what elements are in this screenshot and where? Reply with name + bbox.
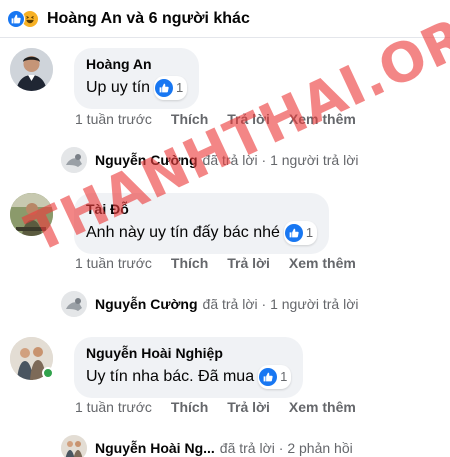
comment: Nguyễn Hoài Nghiệp Uy tín nha bác. Đã mu… <box>10 337 304 398</box>
reply-avatar <box>61 435 87 457</box>
like-button[interactable]: Thích <box>171 255 208 271</box>
like-icon <box>7 9 25 28</box>
reaction-icons <box>7 9 39 28</box>
reaction-count: 1 <box>305 225 314 240</box>
reply-preview[interactable]: Nguyễn Cường đã trả lời · 1 người trả lờ… <box>61 147 359 173</box>
comment: Hoàng An Up uy tín 1 <box>10 48 200 109</box>
see-more-button[interactable]: Xem thêm <box>289 111 356 127</box>
like-button[interactable]: Thích <box>171 399 208 415</box>
comment-text: Up uy tín <box>86 79 151 96</box>
comment-actions: 1 tuần trước Thích Trả lời Xem thêm <box>75 399 375 415</box>
like-button[interactable]: Thích <box>171 111 208 127</box>
comment-bubble: Nguyễn Hoài Nghiệp Uy tín nha bác. Đã mu… <box>74 337 304 398</box>
comment-time[interactable]: 1 tuần trước <box>75 255 152 271</box>
comment-text: Anh này uy tín đấy bác nhé <box>86 224 280 241</box>
comment-author[interactable]: Nguyễn Hoài Nghiệp <box>86 345 291 362</box>
comment-reactions[interactable]: 1 <box>258 365 292 389</box>
comment-time[interactable]: 1 tuần trước <box>75 399 152 415</box>
reply-button[interactable]: Trả lời <box>227 255 270 271</box>
reaction-count: 1 <box>176 80 184 95</box>
reply-button[interactable]: Trả lời <box>227 399 270 415</box>
reply-meta[interactable]: đã trả lời · 1 người trả lời <box>203 296 359 312</box>
reactions-summary[interactable]: Hoàng An và 6 người khác <box>47 10 250 28</box>
reply-author[interactable]: Nguyễn Hoài Ng... <box>95 440 215 456</box>
comment-bubble: Tài Đỗ Anh này uy tín đấy bác nhé 1 <box>74 193 330 254</box>
online-status-icon <box>42 367 54 379</box>
comment-reactions[interactable]: 1 <box>154 76 188 100</box>
comment-time[interactable]: 1 tuần trước <box>75 111 152 127</box>
comment-author[interactable]: Tài Đỗ <box>86 201 317 218</box>
reply-meta[interactable]: đã trả lời · 1 người trả lời <box>203 152 359 168</box>
like-icon <box>259 368 278 386</box>
see-more-button[interactable]: Xem thêm <box>289 255 356 271</box>
reply-avatar <box>61 291 87 317</box>
comment: Tài Đỗ Anh này uy tín đấy bác nhé 1 <box>10 193 330 254</box>
reactions-header[interactable]: Hoàng An và 6 người khác <box>0 0 450 38</box>
reply-preview[interactable]: Nguyễn Hoài Ng... đã trả lời · 2 phản hồ… <box>61 435 353 457</box>
see-more-button[interactable]: Xem thêm <box>289 399 356 415</box>
reply-button[interactable]: Trả lời <box>227 111 270 127</box>
reply-author[interactable]: Nguyễn Cường <box>95 152 198 168</box>
reply-meta[interactable]: đã trả lời · 2 phản hồi <box>220 440 353 456</box>
like-icon <box>155 79 174 97</box>
avatar[interactable] <box>10 48 53 91</box>
reply-preview[interactable]: Nguyễn Cường đã trả lời · 1 người trả lờ… <box>61 291 359 317</box>
avatar[interactable] <box>10 193 53 236</box>
reply-avatar <box>61 147 87 173</box>
like-icon <box>284 224 303 242</box>
reply-author[interactable]: Nguyễn Cường <box>95 296 198 312</box>
reaction-count: 1 <box>280 369 288 384</box>
comment-reactions[interactable]: 1 <box>283 221 318 245</box>
comment-text: Uy tín nha bác. Đã mua <box>86 368 255 385</box>
comment-author[interactable]: Hoàng An <box>86 56 187 73</box>
comment-bubble: Hoàng An Up uy tín 1 <box>74 48 200 109</box>
avatar[interactable] <box>10 337 54 380</box>
comment-actions: 1 tuần trước Thích Trả lời Xem thêm <box>75 255 375 271</box>
comment-actions: 1 tuần trước Thích Trả lời Xem thêm <box>75 111 375 127</box>
